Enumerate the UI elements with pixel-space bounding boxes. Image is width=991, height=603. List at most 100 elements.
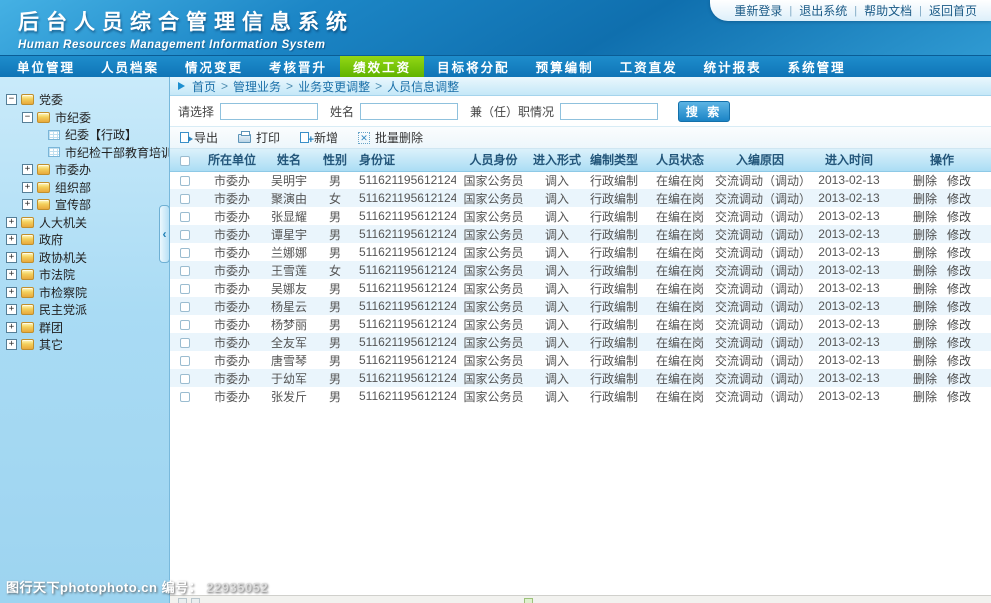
expand-icon[interactable]: + (6, 322, 17, 333)
table-row-4: 市委办兰娜娜男511621195612124567国家公务员调入行政编制在编在岗… (170, 243, 991, 261)
delete-link[interactable]: 删除 (913, 210, 937, 224)
row-checkbox[interactable] (180, 176, 190, 186)
batch-delete-button[interactable]: ✕ 批量删除 (358, 129, 423, 146)
nav-item-9[interactable]: 系统管理 (775, 56, 859, 77)
breadcrumb-item-2[interactable]: 业务变更调整 (298, 78, 370, 95)
top-link-3[interactable]: 返回首页 (929, 2, 977, 19)
expand-icon[interactable]: + (6, 304, 17, 315)
tree-item-9[interactable]: +政协机关 (0, 249, 169, 267)
edit-link[interactable]: 修改 (947, 282, 971, 296)
row-checkbox[interactable] (180, 356, 190, 366)
edit-link[interactable]: 修改 (947, 246, 971, 260)
top-link-1[interactable]: 退出系统 (799, 2, 847, 19)
delete-link[interactable]: 删除 (913, 372, 937, 386)
export-button[interactable]: 导出 (180, 129, 218, 146)
collapse-icon[interactable]: − (22, 112, 33, 123)
job-filter-input[interactable] (560, 103, 658, 120)
expand-icon[interactable]: + (22, 164, 33, 175)
delete-link[interactable]: 删除 (913, 282, 937, 296)
nav-item-6[interactable]: 预算编制 (523, 56, 607, 77)
delete-link[interactable]: 删除 (913, 264, 937, 278)
delete-link[interactable]: 删除 (913, 192, 937, 206)
tree-item-3[interactable]: 市纪检干部教育培训中心 (0, 144, 169, 162)
row-checkbox[interactable] (180, 266, 190, 276)
tree-item-8[interactable]: +政府 (0, 231, 169, 249)
tree-item-7[interactable]: +人大机关 (0, 214, 169, 232)
tree-item-2[interactable]: 纪委【行政】 (0, 126, 169, 144)
edit-link[interactable]: 修改 (947, 372, 971, 386)
row-checkbox[interactable] (180, 302, 190, 312)
cell-entry_form: 调入 (531, 171, 583, 189)
tree-item-5[interactable]: +组织部 (0, 179, 169, 197)
top-link-0[interactable]: 重新登录 (734, 2, 782, 19)
nav-item-5[interactable]: 目标将分配 (424, 56, 523, 77)
expand-icon[interactable]: + (6, 339, 17, 350)
tree-item-10[interactable]: +市法院 (0, 266, 169, 284)
row-checkbox[interactable] (180, 392, 190, 402)
breadcrumb-item-0[interactable]: 首页 (192, 78, 216, 95)
expand-icon[interactable]: + (6, 252, 17, 263)
row-checkbox[interactable] (180, 374, 190, 384)
expand-icon[interactable]: + (6, 234, 17, 245)
edit-link[interactable]: 修改 (947, 228, 971, 242)
add-button[interactable]: 新增 (300, 129, 338, 146)
edit-link[interactable]: 修改 (947, 210, 971, 224)
tree-item-6[interactable]: +宣传部 (0, 196, 169, 214)
nav-item-3[interactable]: 考核晋升 (256, 56, 340, 77)
org-icon (37, 164, 50, 175)
nav-item-1[interactable]: 人员档案 (88, 56, 172, 77)
delete-link[interactable]: 删除 (913, 300, 937, 314)
row-checkbox[interactable] (180, 248, 190, 258)
edit-link[interactable]: 修改 (947, 192, 971, 206)
delete-link[interactable]: 删除 (913, 246, 937, 260)
edit-link[interactable]: 修改 (947, 318, 971, 332)
top-link-2[interactable]: 帮助文档 (864, 2, 912, 19)
edit-link[interactable]: 修改 (947, 300, 971, 314)
tree-item-14[interactable]: +其它 (0, 336, 169, 354)
delete-link[interactable]: 删除 (913, 354, 937, 368)
breadcrumb-item-3[interactable]: 人员信息调整 (387, 78, 459, 95)
row-checkbox[interactable] (180, 320, 190, 330)
edit-link[interactable]: 修改 (947, 354, 971, 368)
row-checkbox[interactable] (180, 284, 190, 294)
delete-link[interactable]: 删除 (913, 228, 937, 242)
delete-link[interactable]: 删除 (913, 174, 937, 188)
expand-icon[interactable]: + (22, 182, 33, 193)
row-checkbox[interactable] (180, 194, 190, 204)
tree-item-13[interactable]: +群团 (0, 319, 169, 337)
edit-link[interactable]: 修改 (947, 174, 971, 188)
select-all-checkbox[interactable] (180, 156, 190, 166)
select-filter-input[interactable] (220, 103, 318, 120)
nav-item-0[interactable]: 单位管理 (4, 56, 88, 77)
search-button[interactable]: 搜 索 (678, 101, 730, 122)
print-button[interactable]: 打印 (238, 129, 280, 146)
delete-link[interactable]: 删除 (913, 390, 937, 404)
edit-link[interactable]: 修改 (947, 390, 971, 404)
nav-item-4[interactable]: 绩效工资 (340, 56, 424, 77)
name-filter-input[interactable] (360, 103, 458, 120)
select-all-header (170, 149, 200, 171)
tree-item-0[interactable]: −党委 (0, 91, 169, 109)
tree-item-1[interactable]: −市纪委 (0, 109, 169, 127)
sidebar-collapse-handle[interactable]: ‹ (159, 205, 170, 263)
expand-icon[interactable]: + (6, 287, 17, 298)
tree-item-11[interactable]: +市检察院 (0, 284, 169, 302)
cell-name: 吴娜友 (264, 279, 314, 297)
row-checkbox[interactable] (180, 230, 190, 240)
expand-icon[interactable]: + (6, 269, 17, 280)
row-checkbox[interactable] (180, 212, 190, 222)
expand-icon[interactable]: + (22, 199, 33, 210)
row-checkbox[interactable] (180, 338, 190, 348)
nav-item-2[interactable]: 情况变更 (172, 56, 256, 77)
nav-item-7[interactable]: 工资直发 (607, 56, 691, 77)
edit-link[interactable]: 修改 (947, 336, 971, 350)
expand-icon[interactable]: + (6, 217, 17, 228)
delete-link[interactable]: 删除 (913, 336, 937, 350)
tree-item-4[interactable]: +市委办 (0, 161, 169, 179)
tree-item-12[interactable]: +民主党派 (0, 301, 169, 319)
delete-link[interactable]: 删除 (913, 318, 937, 332)
nav-item-8[interactable]: 统计报表 (691, 56, 775, 77)
edit-link[interactable]: 修改 (947, 264, 971, 278)
collapse-icon[interactable]: − (6, 94, 17, 105)
breadcrumb-item-1[interactable]: 管理业务 (233, 78, 281, 95)
